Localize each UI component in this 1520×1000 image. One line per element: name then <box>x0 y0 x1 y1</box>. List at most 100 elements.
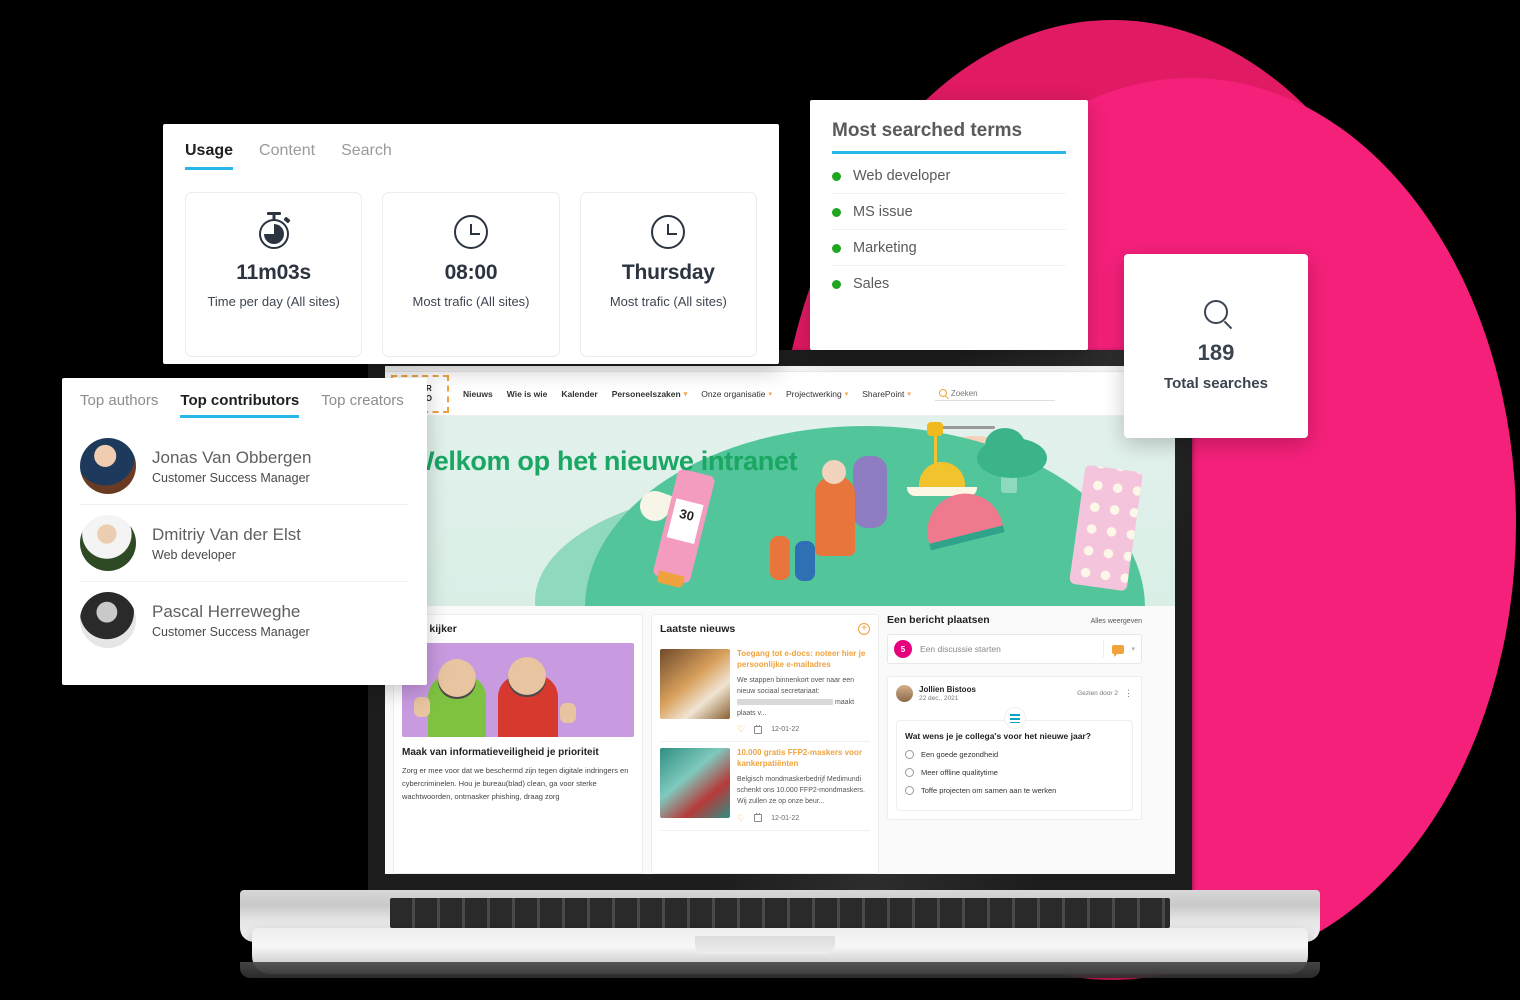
start-discussion-row[interactable]: 5 Een discussie starten ▾ <box>887 634 1142 664</box>
heart-icon[interactable]: ♡ <box>737 813 745 824</box>
avatar <box>80 438 136 494</box>
spotlight-body: Zorg er mee voor dat we beschermd zijn t… <box>402 766 629 802</box>
news-section-title: Laatste nieuws <box>660 623 736 635</box>
list-item[interactable]: Dmitriy Van der Elst Web developer <box>80 505 409 582</box>
post-author-block: Jollien Bistoos 22 dec., 2021 <box>919 685 976 702</box>
laptop-foot <box>240 962 1320 978</box>
post-section-title: Een bericht plaatsen <box>887 614 990 626</box>
term-label: Marketing <box>853 240 917 256</box>
stat-value: Thursday <box>621 261 715 284</box>
nav-item-kalender[interactable]: Kalender <box>561 389 597 399</box>
divider <box>1103 640 1105 658</box>
thumbs-up-icon <box>414 697 430 717</box>
terms-title: Most searched terms <box>832 120 1023 141</box>
avatar <box>80 592 136 648</box>
news-title[interactable]: 10.000 gratis FFP2-maskers voor kankerpa… <box>737 748 870 770</box>
face-1 <box>438 659 476 697</box>
chevron-down-icon: ▾ <box>907 390 911 398</box>
site-navbar: YOUR LOGO Nieuws Wie is wie Kalender <box>385 372 1175 416</box>
person-role: Customer Success Manager <box>152 470 310 485</box>
laptop-base-notch <box>695 936 835 954</box>
news-meta: ♡ 12-01-22 <box>737 813 870 824</box>
radio-icon[interactable] <box>905 768 914 777</box>
news-thumbnail <box>660 649 730 719</box>
spotlight-headline[interactable]: Maak van informatieveiligheid je priorit… <box>402 747 634 758</box>
view-all-link[interactable]: Alles weergeven <box>1091 618 1142 625</box>
tab-search[interactable]: Search <box>341 142 392 170</box>
radio-icon[interactable] <box>905 786 914 795</box>
tab-content[interactable]: Content <box>259 142 315 170</box>
nav-item-sharepoint[interactable]: SharePoint ▾ <box>862 389 911 399</box>
list-item[interactable]: Marketing <box>832 230 1066 266</box>
radio-icon[interactable] <box>905 750 914 759</box>
nav-links: Nieuws Wie is wie Kalender Personeelszak… <box>463 389 911 399</box>
news-thumbnail <box>660 748 730 819</box>
stat-label: Most trafic (All sites) <box>412 294 530 309</box>
screenshot-stage: YOUR LOGO Nieuws Wie is wie Kalender <box>0 0 1520 1000</box>
news-list-item[interactable]: Toegang tot e-docs: noteer hier je perso… <box>660 643 870 743</box>
post-header: Een bericht plaatsen Alles weergeven <box>887 614 1142 626</box>
person-name: Jonas Van Obbergen <box>152 447 312 467</box>
terms-header: Most searched terms <box>810 100 1088 154</box>
chevron-down-icon[interactable]: ▾ <box>1131 645 1135 653</box>
avatar <box>896 685 913 702</box>
nav-item-onze-organisatie[interactable]: Onze organisatie ▾ <box>701 389 772 399</box>
tab-usage[interactable]: Usage <box>185 142 234 170</box>
poll-option[interactable]: Meer offline qualitytime <box>905 768 1124 777</box>
post-meta: Gezien door 2 ⋮ <box>1077 688 1133 699</box>
add-news-icon[interactable]: + <box>858 623 870 635</box>
post-item: Jollien Bistoos 22 dec., 2021 Gezien doo… <box>887 676 1142 820</box>
total-searches-card: 189 Total searches <box>1124 254 1308 438</box>
list-item[interactable]: Web developer <box>832 158 1066 194</box>
list-item[interactable]: Jonas Van Obbergen Customer Success Mana… <box>80 428 409 505</box>
honey-dipper-bar <box>937 426 995 429</box>
poll-box: Wat wens je je collega's voor het nieuwe… <box>896 720 1133 811</box>
nav-item-nieuws[interactable]: Nieuws <box>463 389 493 399</box>
hero-person-2 <box>853 456 887 528</box>
chevron-down-icon: ▾ <box>683 390 688 398</box>
poll-option-label: Een goede gezondheid <box>921 750 999 759</box>
nav-label: Onze organisatie <box>701 388 766 399</box>
chat-icon[interactable] <box>1112 644 1125 657</box>
nav-item-projectwerking[interactable]: Projectwerking ▾ <box>786 389 848 399</box>
post-date: 22 dec., 2021 <box>919 695 959 702</box>
list-item[interactable]: MS issue <box>832 194 1066 230</box>
list-item[interactable]: Sales <box>832 266 1066 301</box>
poll-option[interactable]: Toffe projecten om samen aan te werken <box>905 786 1124 795</box>
tab-top-authors[interactable]: Top authors <box>80 392 158 418</box>
hero-title: Welkom op het nieuwe intranet <box>409 446 798 476</box>
more-options-icon[interactable]: ⋮ <box>1124 688 1133 699</box>
news-card: Laatste nieuws + Toegang tot e-docs: not… <box>651 614 879 874</box>
hero-person-1 <box>815 476 855 556</box>
chevron-down-icon: ▾ <box>844 390 849 398</box>
list-item[interactable]: Pascal Herreweghe Customer Success Manag… <box>80 582 409 658</box>
stat-value: 11m03s <box>236 261 312 284</box>
news-title[interactable]: Toegang tot e-docs: noteer hier je perso… <box>737 649 870 671</box>
contributors-list: Jonas Van Obbergen Customer Success Mana… <box>80 428 409 658</box>
avatar: 5 <box>894 640 912 658</box>
site-search-input[interactable]: Zoeken <box>934 387 1055 401</box>
person-block: Jonas Van Obbergen Customer Success Mana… <box>152 448 311 485</box>
thumbs-down-icon <box>560 703 576 723</box>
clock-icon <box>651 215 686 249</box>
hero-banner: 30 Welkom op het nieuwe intranet <box>385 416 1175 606</box>
news-list-item[interactable]: 10.000 gratis FFP2-maskers voor kankerpa… <box>660 742 870 831</box>
laptop-keyboard <box>390 898 1170 928</box>
news-excerpt: We stappen binnenkort over naar een nieu… <box>737 675 870 720</box>
status-dot-icon <box>832 207 841 217</box>
tab-top-contributors[interactable]: Top contributors <box>180 392 300 418</box>
nav-item-personeelszaken[interactable]: Personeelszaken ▾ <box>612 389 688 399</box>
nav-label: Personeelszaken <box>611 388 681 399</box>
post-author-name: Jollien Bistoos <box>919 685 976 694</box>
nav-label: Wie is wie <box>506 388 548 399</box>
news-body: Toegang tot e-docs: noteer hier je perso… <box>737 649 870 735</box>
status-dot-icon <box>832 171 841 181</box>
term-label: MS issue <box>853 204 913 220</box>
tab-top-creators[interactable]: Top creators <box>321 392 404 418</box>
nav-item-wie-is-wie[interactable]: Wie is wie <box>507 389 548 399</box>
news-body: 10.000 gratis FFP2-maskers voor kankerpa… <box>737 748 870 823</box>
status-dot-icon <box>832 243 841 253</box>
heart-icon[interactable]: ♡ <box>737 724 745 735</box>
stat-time-per-day: 11m03s Time per day (All sites) <box>185 192 363 357</box>
poll-option[interactable]: Een goede gezondheid <box>905 750 1124 759</box>
